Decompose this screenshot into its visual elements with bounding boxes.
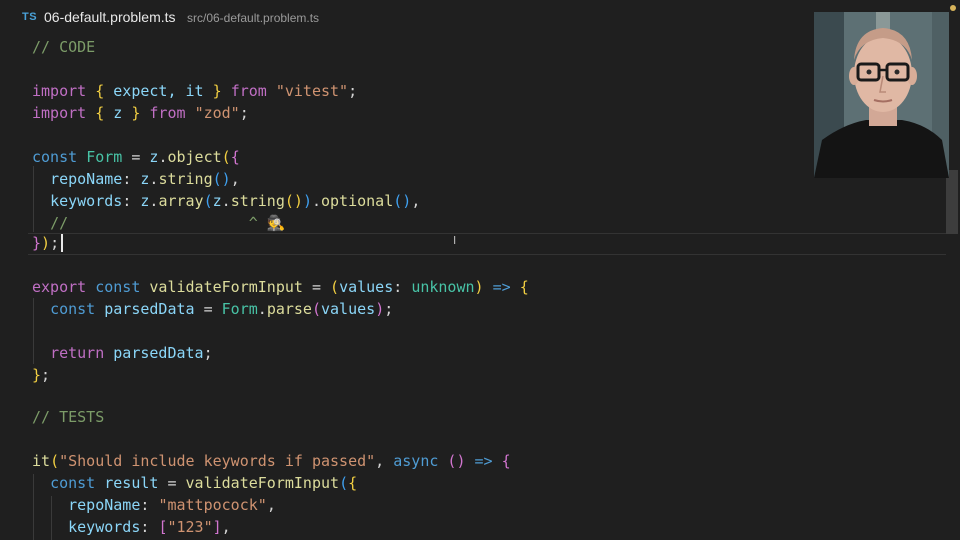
code-line: // CODE (32, 36, 95, 58)
mouse-ibeam-icon: I (453, 234, 457, 247)
current-line-highlight (28, 233, 946, 255)
tab-file-path: src/06-default.problem.ts (187, 11, 320, 25)
code-line: // ^ 🕵 (50, 214, 286, 232)
presenter-video-icon (814, 12, 949, 178)
code-line: keywords: z.array(z.string()).optional()… (50, 192, 421, 210)
code-line: it("Should include keywords if passed", … (32, 452, 511, 470)
typescript-file-icon: TS (22, 11, 38, 23)
code-line: }); (32, 234, 60, 252)
code-line: return parsedData; (50, 344, 213, 362)
code-line: }; (32, 366, 51, 384)
code-line: // TESTS (32, 406, 104, 428)
unsaved-dot-icon (950, 5, 956, 11)
code-line: const result = validateFormInput({ (50, 474, 358, 492)
code-line: repoName: z.string(), (50, 170, 240, 188)
code-line: import { expect, it } from "vitest"; (32, 82, 358, 100)
code-comment: // TESTS (32, 408, 105, 426)
vertical-scrollbar[interactable] (946, 170, 958, 234)
tab-filename[interactable]: 06-default.problem.ts (44, 9, 176, 25)
text-cursor (61, 234, 63, 252)
code-line: const Form = z.object({ (32, 148, 240, 166)
webcam-overlay (814, 12, 949, 178)
code-line: import { z } from "zod"; (32, 104, 249, 122)
code-line: repoName: "mattpocock", (68, 496, 276, 514)
code-line: keywords: ["123"], (68, 518, 231, 536)
code-line: export const validateFormInput = (values… (32, 278, 529, 296)
code-line: const parsedData = Form.parse(values); (50, 300, 394, 318)
code-comment: // CODE (32, 38, 96, 56)
